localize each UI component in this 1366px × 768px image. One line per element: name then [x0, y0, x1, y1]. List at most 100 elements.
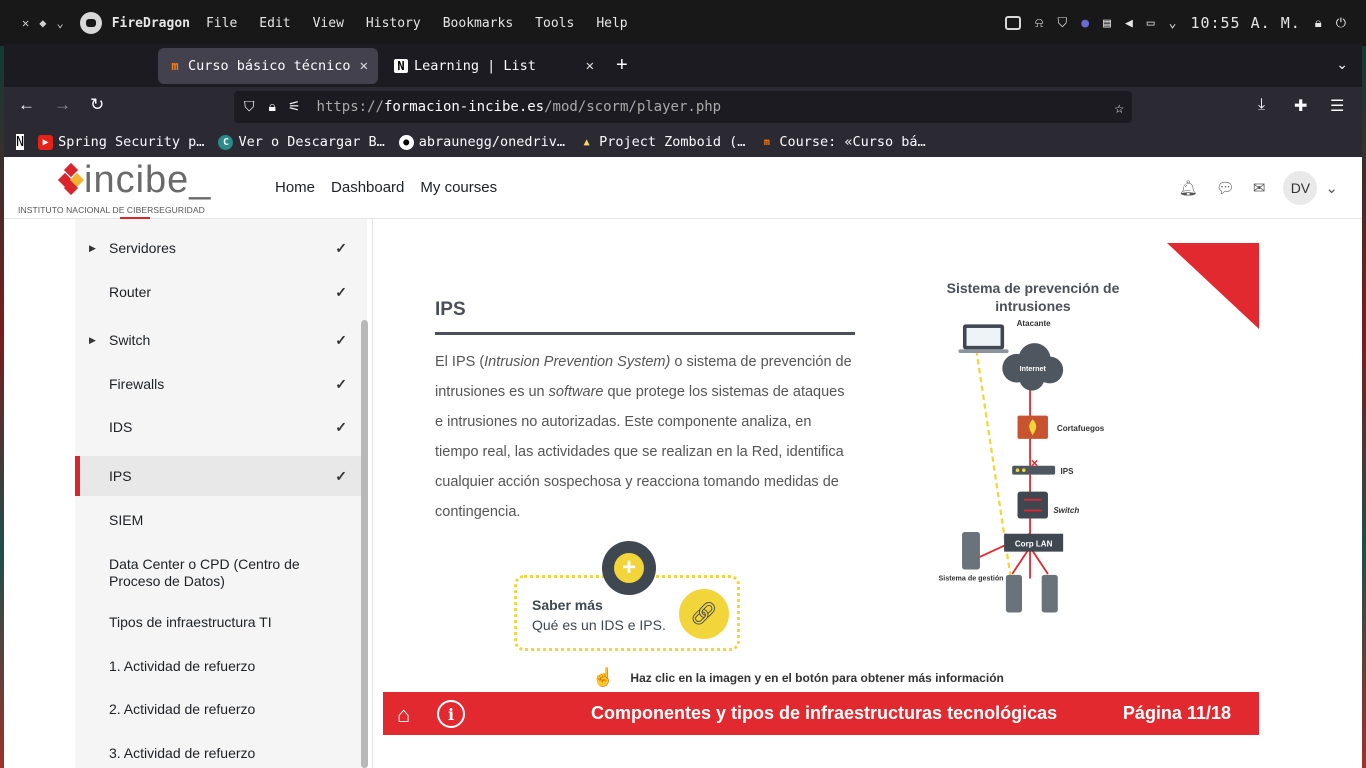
sidebar-item-actividad-2[interactable]: 2. Actividad de refuerzo — [75, 694, 367, 724]
mail-icon[interactable]: ✉ — [1253, 179, 1266, 197]
teams-icon[interactable]: ● — [1081, 16, 1089, 31]
bookmark-item[interactable]: m Course: «Curso bá… — [759, 134, 926, 150]
screen-icon[interactable]: ▭ — [1147, 16, 1155, 31]
youtube-icon: ▶ — [38, 134, 54, 150]
expand-arrow-icon[interactable]: ▶ — [89, 335, 96, 346]
extensions-icon[interactable]: ✚ — [1294, 96, 1307, 116]
sidebar-item-tipos-infraestructura[interactable]: Tipos de infraestructura TI — [75, 607, 367, 637]
diagram-title: Sistema de prevención de intrusiones — [946, 280, 1120, 314]
bookmark-item[interactable]: ● abraunegg/onedriv… — [398, 134, 565, 150]
user-menu-chevron-icon[interactable]: ⌄ — [1325, 179, 1338, 197]
body-text: El IPS ( — [435, 354, 485, 370]
minimize-icon[interactable]: ⌄ — [56, 16, 63, 30]
info-icon[interactable]: i — [437, 700, 465, 728]
check-icon: ✓ — [335, 239, 347, 256]
cpu-icon[interactable] — [1004, 16, 1021, 30]
avatar[interactable]: DV — [1283, 171, 1318, 205]
close-tab-icon[interactable]: ✕ — [360, 58, 368, 74]
home-icon[interactable]: ⌂ — [397, 702, 410, 728]
nav-home[interactable]: Home — [275, 179, 315, 196]
sticky-icon[interactable]: ◆ — [39, 16, 46, 30]
hint-text: Haz clic en la imagen y en el botón para… — [630, 670, 1004, 685]
ips-diagram[interactable]: Atacante Internet Cortafuegos × IPS Swit… — [929, 319, 1149, 659]
sidebar-item-actividad-1[interactable]: 1. Actividad de refuerzo — [75, 651, 367, 681]
expand-arrow-icon[interactable]: ▶ — [89, 243, 96, 254]
tab-curso[interactable]: m Curso básico técnico ✕ — [158, 48, 378, 84]
link-icon[interactable]: 🔗︎ — [679, 589, 729, 639]
tray-expand-icon[interactable]: ⌄ — [1169, 16, 1177, 31]
close-tab-icon[interactable]: ✕ — [586, 58, 594, 74]
label-sistema-gestion: Sistema de gestión — [938, 574, 1003, 582]
sidebar-item-router[interactable]: Router ✓ — [75, 277, 367, 307]
downloads-icon[interactable]: ⤓ — [1258, 96, 1265, 114]
shield-icon[interactable]: ⛉ — [244, 99, 255, 115]
sidebar-item-label: SIEM — [109, 511, 144, 528]
messages-icon[interactable]: 💬︎ — [1216, 179, 1235, 197]
shield-tray-icon[interactable]: ⛉ — [1058, 16, 1068, 31]
url-scheme: https:// — [316, 99, 384, 115]
label-internet: Internet — [1020, 365, 1047, 373]
check-icon: ✓ — [335, 283, 347, 300]
sidebar-scrollbar[interactable] — [361, 320, 368, 768]
bookmark-star-icon[interactable]: ☆ — [1114, 98, 1124, 117]
clock[interactable]: 10:55 A. M. — [1190, 14, 1300, 32]
moodle-icon: m — [171, 59, 179, 73]
title-underline — [435, 332, 855, 335]
tab-learning[interactable]: N Learning | List ✕ — [384, 48, 604, 84]
sidebar-item-servidores[interactable]: ▶ Servidores ✓ — [75, 233, 367, 263]
label-switch: Switch — [1053, 506, 1079, 515]
sidebar-item-switch[interactable]: ▶ Switch ✓ — [75, 325, 367, 355]
check-icon: ✓ — [335, 418, 347, 435]
c-icon: C — [218, 134, 234, 150]
bookmark-item[interactable]: C Ver o Descargar B… — [218, 134, 385, 150]
bell-icon[interactable]: ⍾ — [1035, 16, 1044, 31]
back-button[interactable]: ← — [18, 95, 35, 115]
url-bar[interactable]: ⛉ 🔒︎ ⚟ https://formacion-incibe.es/mod/s… — [234, 91, 1132, 123]
power-icon[interactable]: ⏻ — [1336, 16, 1346, 31]
notion-icon[interactable]: N — [16, 134, 25, 150]
menu-view[interactable]: View — [313, 16, 344, 31]
nav-dashboard[interactable]: Dashboard — [331, 179, 404, 196]
notifications-bell-icon[interactable]: 🔔︎ — [1179, 179, 1198, 197]
sidebar-item-siem[interactable]: SIEM — [75, 505, 367, 535]
forward-button[interactable]: → — [54, 95, 71, 115]
sidebar-item-actividad-3[interactable]: 3. Actividad de refuerzo — [75, 738, 367, 768]
incibe-logo[interactable]: incibe_ INSTITUTO NACIONAL DE CIBERSEGUR… — [18, 159, 248, 219]
menu-bookmarks[interactable]: Bookmarks — [443, 16, 513, 31]
reload-button[interactable]: ↻ — [90, 95, 104, 115]
header-icons: 🔔︎ 💬︎ ✉ DV ⌄ — [1179, 171, 1338, 205]
sidebar-item-label: Data Center o CPD (Centro de Proceso de … — [109, 556, 300, 589]
padlock-icon[interactable]: 🔒︎ — [269, 99, 276, 115]
new-tab-button[interactable]: + — [616, 54, 628, 77]
sidebar-item-ids[interactable]: IDS ✓ — [75, 412, 367, 442]
close-window-icon[interactable]: ✕ — [22, 16, 29, 30]
menu-edit[interactable]: Edit — [259, 16, 290, 31]
permissions-icon[interactable]: ⚟ — [288, 99, 301, 115]
moodle-icon: m — [763, 136, 770, 148]
volume-icon[interactable]: ◀ — [1125, 16, 1133, 31]
menu-file[interactable]: File — [206, 16, 237, 31]
clipboard-icon[interactable]: ▤ — [1103, 16, 1111, 31]
lock-icon[interactable]: 🔒︎ — [1315, 16, 1322, 31]
bookmark-item[interactable]: ▶ Spring Security p… — [38, 134, 204, 150]
menu-help[interactable]: Help — [596, 16, 627, 31]
sidebar-item-ips[interactable]: IPS ✓ — [75, 456, 367, 496]
sidebar-item-firewalls[interactable]: Firewalls ✓ — [75, 369, 367, 399]
menu-history[interactable]: History — [366, 16, 421, 31]
mgmt-server-icon — [962, 531, 980, 570]
page-counter: Página 11/18 — [1122, 703, 1231, 723]
url-text: https://formacion-incibe.es/mod/scorm/pl… — [317, 99, 722, 115]
tab-title: Curso básico técnico — [188, 58, 351, 74]
menu-tools[interactable]: Tools — [535, 16, 574, 31]
bookmark-item[interactable]: ▲ Project Zomboid (… — [579, 134, 746, 150]
footer-title: Componentes y tipos de infraestructuras … — [591, 703, 1058, 723]
menu-hamburger-icon[interactable]: ☰ — [1330, 96, 1344, 116]
saber-mas-plus-button[interactable]: + — [602, 541, 656, 595]
sidebar-item-label: 3. Actividad de refuerzo — [109, 744, 256, 761]
sidebar-item-label: IPS — [109, 467, 132, 484]
notion-icon: N — [394, 59, 408, 73]
sidebar-item-data-center[interactable]: Data Center o CPD (Centro de Proceso de … — [75, 553, 367, 593]
list-all-tabs-button[interactable]: ⌄ — [1336, 56, 1348, 73]
nav-my-courses[interactable]: My courses — [420, 179, 497, 196]
sidebar-item-label: Switch — [109, 331, 151, 348]
